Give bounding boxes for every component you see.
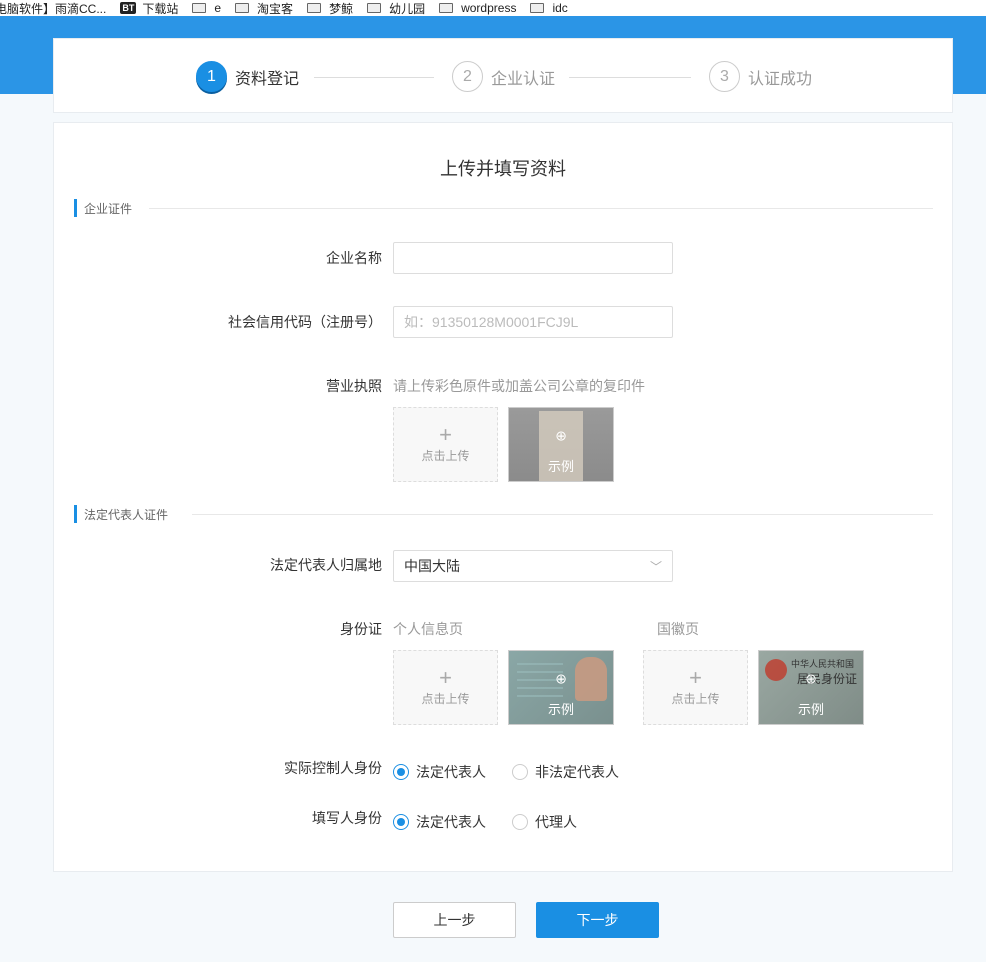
- filler-label: 填写人身份: [312, 810, 382, 826]
- id-back-sample[interactable]: 中华人民共和国 居民身份证 ⊕ 示例: [758, 650, 864, 725]
- id-back-hint: 国徽页: [657, 621, 699, 637]
- credit-code-input[interactable]: [393, 306, 673, 338]
- plus-icon: +: [439, 422, 452, 447]
- form-card: 上传并填写资料 企业证件 企业名称 社会信用代码（注册号） 营业执照 请上传彩色…: [53, 122, 953, 872]
- step-1: 1 资料登记: [196, 61, 299, 92]
- filler-option-legal[interactable]: 法定代表人: [393, 812, 486, 832]
- radio-label: 代理人: [535, 814, 577, 830]
- id-card-label: 身份证: [340, 621, 382, 637]
- bookmark-item[interactable]: 梦鲸: [307, 0, 353, 16]
- sample-label: 示例: [547, 459, 574, 474]
- section-divider: [149, 208, 933, 209]
- radio-label: 法定代表人: [416, 814, 486, 830]
- folder-icon: [192, 3, 207, 13]
- license-hint: 请上传彩色原件或加盖公司公章的复印件: [393, 378, 645, 394]
- section-company-header: 企业证件: [74, 199, 132, 217]
- radio-checked-icon: [393, 764, 409, 780]
- chevron-down-icon: ﹀: [649, 559, 662, 574]
- license-sample[interactable]: ⊕ 示例: [508, 407, 614, 482]
- national-emblem-icon: [765, 659, 787, 681]
- controller-radio-group: 法定代表人 非法定代表人: [393, 762, 645, 782]
- upload-label: 点击上传: [421, 692, 470, 706]
- plus-icon: +: [689, 665, 702, 690]
- controller-label: 实际控制人身份: [284, 760, 382, 776]
- bookmarks-bar: 电脑软件】雨滴CC... BT 下载站 e 淘宝客 梦鲸 幼儿园 wordpres…: [0, 0, 986, 16]
- company-name-label: 企业名称: [326, 250, 382, 266]
- id-back-upload-button[interactable]: + 点击上传: [643, 650, 748, 725]
- sample-label: 示例: [797, 702, 824, 717]
- folder-icon: [530, 3, 545, 13]
- license-label: 营业执照: [326, 378, 382, 394]
- step-label: 企业认证: [491, 70, 556, 88]
- bookmark-label: 电脑软件】雨滴CC...: [0, 1, 107, 16]
- region-label: 法定代表人归属地: [270, 557, 382, 573]
- radio-label: 非法定代表人: [535, 764, 619, 780]
- sample-label: 示例: [547, 702, 574, 717]
- folder-icon: [235, 3, 250, 13]
- bt-icon: BT: [120, 2, 137, 14]
- upload-label: 点击上传: [421, 449, 470, 463]
- id-back-title: 中华人民共和国: [791, 660, 855, 670]
- section-title: 企业证件: [84, 201, 133, 216]
- id-front-sample[interactable]: ⊕ 示例: [508, 650, 614, 725]
- filler-radio-group: 法定代表人 代理人: [393, 812, 603, 832]
- folder-icon: [307, 3, 322, 13]
- step-connector: [569, 77, 691, 78]
- license-upload-button[interactable]: + 点击上传: [393, 407, 498, 482]
- bookmark-item[interactable]: idc: [530, 1, 568, 15]
- id-front-upload-button[interactable]: + 点击上传: [393, 650, 498, 725]
- region-select[interactable]: 中国大陆 ﹀: [393, 550, 673, 582]
- step-number: 3: [709, 61, 740, 92]
- zoom-icon: ⊕: [555, 670, 567, 687]
- section-divider: [192, 514, 933, 515]
- folder-icon: [439, 3, 454, 13]
- section-accent-bar: [74, 505, 77, 523]
- bookmark-item[interactable]: 电脑软件】雨滴CC...: [0, 0, 106, 16]
- plus-icon: +: [439, 665, 452, 690]
- steps-card: 1 资料登记 2 企业认证 3 认证成功: [53, 38, 953, 113]
- bookmark-label: 淘宝客: [257, 1, 294, 16]
- step-label: 资料登记: [235, 70, 300, 88]
- bookmark-label: e: [214, 1, 222, 15]
- section-legal-header: 法定代表人证件: [74, 505, 168, 523]
- company-name-input[interactable]: [393, 242, 673, 274]
- section-accent-bar: [74, 199, 77, 217]
- page-title: 上传并填写资料: [440, 159, 566, 179]
- bookmark-item[interactable]: 淘宝客: [235, 0, 293, 16]
- bookmark-item[interactable]: e: [192, 1, 221, 15]
- bookmark-label: 幼儿园: [389, 1, 426, 16]
- step-connector: [314, 77, 434, 78]
- step-label: 认证成功: [748, 70, 813, 88]
- next-step-button[interactable]: 下一步: [536, 902, 659, 938]
- bookmark-item[interactable]: BT 下载站: [120, 0, 178, 16]
- controller-option-legal[interactable]: 法定代表人: [393, 762, 486, 782]
- bookmark-label: idc: [552, 1, 568, 15]
- bookmark-label: 梦鲸: [329, 1, 354, 16]
- filler-option-agent[interactable]: 代理人: [512, 812, 577, 832]
- step-number: 1: [196, 61, 227, 92]
- radio-unchecked-icon: [512, 814, 528, 830]
- id-front-hint: 个人信息页: [393, 621, 463, 637]
- id-photo: [575, 657, 607, 701]
- controller-option-non-legal[interactable]: 非法定代表人: [512, 762, 619, 782]
- folder-icon: [367, 3, 382, 13]
- zoom-icon: ⊕: [805, 670, 817, 687]
- radio-label: 法定代表人: [416, 764, 486, 780]
- radio-checked-icon: [393, 814, 409, 830]
- upload-label: 点击上传: [671, 692, 720, 706]
- prev-step-button[interactable]: 上一步: [393, 902, 516, 938]
- credit-code-label: 社会信用代码（注册号）: [228, 314, 382, 330]
- step-2: 2 企业认证: [452, 61, 555, 92]
- bookmark-label: 下载站: [142, 1, 179, 16]
- step-3: 3 认证成功: [709, 61, 812, 92]
- bookmark-item[interactable]: 幼儿园: [367, 0, 425, 16]
- radio-unchecked-icon: [512, 764, 528, 780]
- bookmark-item[interactable]: wordpress: [439, 1, 516, 15]
- step-number: 2: [452, 61, 483, 92]
- section-title: 法定代表人证件: [84, 507, 169, 522]
- bookmark-label: wordpress: [461, 1, 517, 15]
- zoom-icon: ⊕: [555, 427, 567, 444]
- region-value: 中国大陆: [404, 558, 460, 574]
